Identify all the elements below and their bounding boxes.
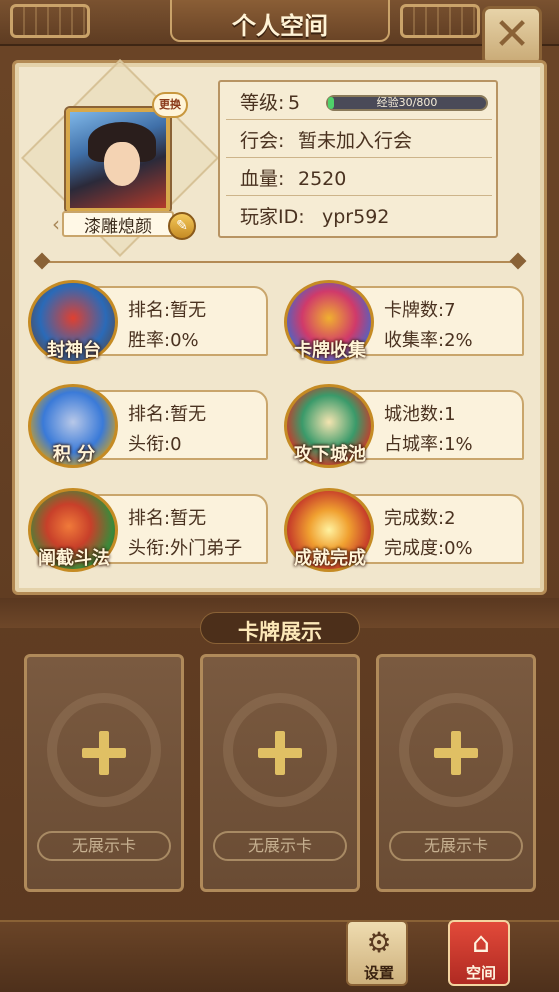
stat-line-1: 城池数:1: [384, 404, 456, 425]
settings-button[interactable]: ⚙ 设置: [346, 920, 408, 986]
window-title: 个人空间: [232, 11, 328, 40]
guild-row: 行会: 暂未加入行会: [226, 124, 492, 158]
hp-label: 血量:: [240, 168, 285, 190]
stat-name: 积 分: [52, 444, 96, 465]
edit-name-icon[interactable]: ✎: [168, 212, 196, 240]
plus-icon: [434, 731, 478, 775]
stat-name: 攻下城池: [294, 444, 366, 465]
stat-line-1: 卡牌数:7: [384, 300, 456, 321]
corner-ornament-right: [400, 4, 480, 38]
stat-line-2: 头衔:0: [128, 434, 182, 455]
settings-label: 设置: [363, 964, 394, 982]
stat-line-2: 占城率:1%: [384, 434, 473, 455]
card-slot-3[interactable]: 无展示卡: [376, 654, 536, 892]
hp-value: 2520: [298, 168, 347, 190]
stat-line-2: 收集率:2%: [384, 330, 473, 351]
stat-line-1: 排名:暂无: [128, 300, 207, 321]
stat-line-1: 完成数:2: [384, 508, 456, 529]
empty-card-label: 无展示卡: [389, 831, 523, 861]
plus-icon: [82, 731, 126, 775]
chevron-left-icon: ‹: [52, 212, 60, 236]
corner-ornament-left: [10, 4, 90, 38]
player-name: 漆雕熄颜: [84, 217, 152, 237]
section-divider: [42, 261, 518, 263]
card-display-title: 卡牌展示: [238, 619, 322, 644]
player-id-row: 玩家ID: ypr592: [226, 200, 492, 234]
stat-name: 卡牌收集: [294, 340, 366, 361]
space-button[interactable]: ⌂ 空间: [448, 920, 510, 986]
xp-text: 经验30/800: [376, 96, 438, 109]
empty-card-label: 无展示卡: [213, 831, 347, 861]
avatar[interactable]: [66, 108, 170, 212]
stat-card-collection[interactable]: 卡牌收集 卡牌数:7 收集率:2%: [284, 280, 524, 364]
stat-line-2: 完成度:0%: [384, 538, 473, 559]
guild-value: 暂未加入行会: [298, 130, 413, 152]
avatar-face: [104, 142, 140, 186]
stat-duel[interactable]: 阐截斗法 排名:暂无 头衔:外门弟子: [28, 488, 268, 572]
empty-card-label: 无展示卡: [37, 831, 171, 861]
close-button[interactable]: ✕: [482, 6, 542, 66]
house-icon: ⌂: [472, 926, 490, 959]
stat-name: 封神台: [47, 340, 101, 361]
card-slot-1[interactable]: 无展示卡: [24, 654, 184, 892]
stat-line-2: 头衔:外门弟子: [128, 538, 243, 559]
card-slot-2[interactable]: 无展示卡: [200, 654, 360, 892]
stat-achievements[interactable]: 成就完成 完成数:2 完成度:0%: [284, 488, 524, 572]
plus-icon: [258, 731, 302, 775]
stat-name: 成就完成: [294, 548, 366, 569]
gear-icon: ⚙: [366, 926, 392, 959]
level-value: 5: [288, 92, 301, 114]
player-id-value: ypr592: [322, 206, 390, 228]
stat-fengshentai[interactable]: 封神台 排名:暂无 胜率:0%: [28, 280, 268, 364]
level-label: 等级:: [240, 92, 285, 114]
stat-name: 阐截斗法: [38, 548, 110, 569]
stat-points[interactable]: 积 分 排名:暂无 头衔:0: [28, 384, 268, 468]
guild-label: 行会:: [240, 130, 285, 152]
stat-cities[interactable]: 攻下城池 城池数:1 占城率:1%: [284, 384, 524, 468]
player-id-label: 玩家ID:: [240, 206, 305, 228]
stat-line-2: 胜率:0%: [128, 330, 199, 351]
stat-line-1: 排名:暂无: [128, 404, 207, 425]
stat-line-1: 排名:暂无: [128, 508, 207, 529]
hp-row: 血量: 2520: [226, 162, 492, 196]
close-icon: ✕: [493, 9, 531, 60]
change-avatar-button[interactable]: 更换: [152, 92, 188, 118]
space-label: 空间: [465, 964, 496, 982]
